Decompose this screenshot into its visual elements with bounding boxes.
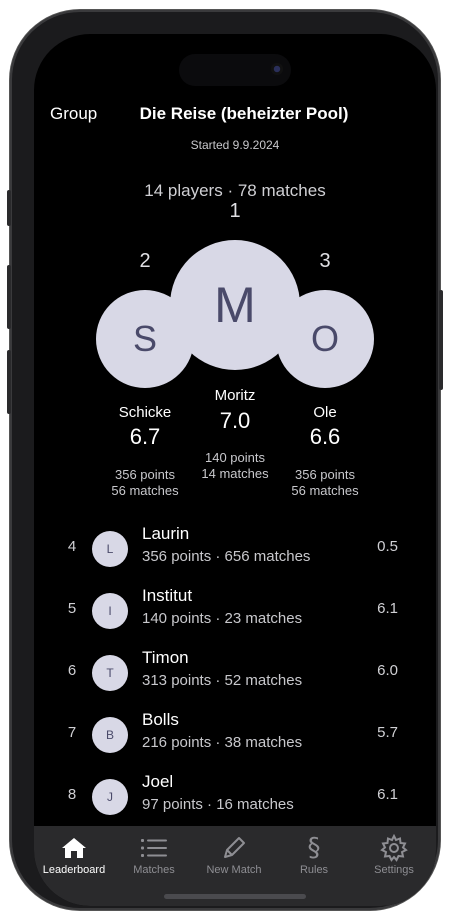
podium-rank-third: 3 <box>319 250 331 272</box>
player-score: 0.5 <box>377 538 398 555</box>
avatar: J <box>92 779 128 815</box>
player-score: 6.1 <box>377 600 398 617</box>
podium-points-first: 140 points <box>205 450 265 465</box>
player-score: 5.7 <box>377 724 398 741</box>
podium-name-first: Moritz <box>214 387 256 404</box>
power-button <box>439 290 443 390</box>
leaderboard-row[interactable]: 8 J Joel 97 points · 16 matches 6.1 <box>34 766 436 828</box>
podium-name-third: Ole <box>313 404 337 421</box>
podium-name-second: Schicke <box>118 404 172 421</box>
leaderboard-row[interactable]: 5 I Institut 140 points · 23 matches 6.1 <box>34 580 436 642</box>
volume-down-button <box>7 350 11 414</box>
list-icon <box>114 834 194 862</box>
avatar: B <box>92 717 128 753</box>
player-score: 6.0 <box>377 662 398 679</box>
podium-points-third: 356 points <box>295 467 355 482</box>
podium-matches-second: 56 matches <box>111 483 179 498</box>
avatar: I <box>92 593 128 629</box>
tab-label: Leaderboard <box>42 864 106 876</box>
home-indicator[interactable] <box>164 894 306 899</box>
started-date: Started 9.9.2024 <box>190 138 280 152</box>
row-rank: 4 <box>67 538 77 555</box>
podium-score-second: 6.7 <box>129 424 161 449</box>
tab-matches[interactable]: Matches <box>114 826 194 886</box>
leaderboard-row[interactable]: 4 L Laurin 356 points · 656 matches 0.5 <box>34 518 436 580</box>
action-button <box>7 190 11 226</box>
podium-meta-second: 356 points 56 matches <box>85 467 205 499</box>
player-score: 6.1 <box>377 786 398 803</box>
volume-up-button <box>7 265 11 329</box>
podium-meta-third: 356 points 56 matches <box>265 467 385 499</box>
house-icon <box>34 834 114 862</box>
player-stats: 97 points · 16 matches <box>142 796 294 813</box>
avatar: L <box>92 531 128 567</box>
tab-leaderboard[interactable]: Leaderboard <box>34 826 114 886</box>
podium-rank-second: 2 <box>139 250 151 272</box>
player-name: Bolls <box>142 710 179 729</box>
player-name: Joel <box>142 772 174 791</box>
player-name: Institut <box>142 586 193 605</box>
row-rank: 5 <box>67 600 77 617</box>
app-screen: Group Die Reise (beheizter Pool) Started… <box>34 34 436 906</box>
avatar: T <box>92 655 128 691</box>
tab-new-match[interactable]: New Match <box>194 826 274 886</box>
row-rank: 8 <box>67 786 77 803</box>
row-rank: 7 <box>67 724 77 741</box>
tab-label: New Match <box>206 864 262 876</box>
camera-icon <box>271 63 283 75</box>
tab-rules[interactable]: § Rules <box>274 826 354 886</box>
leaderboard-row[interactable]: 6 T Timon 313 points · 52 matches 6.0 <box>34 642 436 704</box>
tab-label: Settings <box>374 864 414 876</box>
gear-icon <box>354 834 434 862</box>
podium-rank-first: 1 <box>229 200 241 222</box>
row-rank: 6 <box>67 662 77 679</box>
podium-points-second: 356 points <box>115 467 175 482</box>
player-stats: 216 points · 38 matches <box>142 734 303 751</box>
section-icon: § <box>307 833 321 863</box>
pencil-icon <box>194 834 274 862</box>
player-stats: 356 points · 656 matches <box>142 548 311 565</box>
tab-settings[interactable]: Settings <box>354 826 434 886</box>
phone-frame: Group Die Reise (beheizter Pool) Started… <box>7 10 443 910</box>
player-stats: 313 points · 52 matches <box>142 672 303 689</box>
back-button[interactable]: Group <box>50 104 97 124</box>
page-title: Die Reise (beheizter Pool) <box>139 104 349 123</box>
podium-matches-third: 56 matches <box>291 483 359 498</box>
tab-label: Rules <box>299 864 329 876</box>
player-name: Timon <box>142 648 189 667</box>
avatar-first[interactable]: M <box>170 240 300 370</box>
player-stats: 140 points · 23 matches <box>142 610 303 627</box>
leaderboard-row[interactable]: 7 B Bolls 216 points · 38 matches 5.7 <box>34 704 436 766</box>
tab-label: Matches <box>133 864 175 876</box>
player-name: Laurin <box>142 524 190 543</box>
podium-score-third: 6.6 <box>309 424 341 449</box>
group-summary: 14 players · 78 matches <box>144 181 326 200</box>
